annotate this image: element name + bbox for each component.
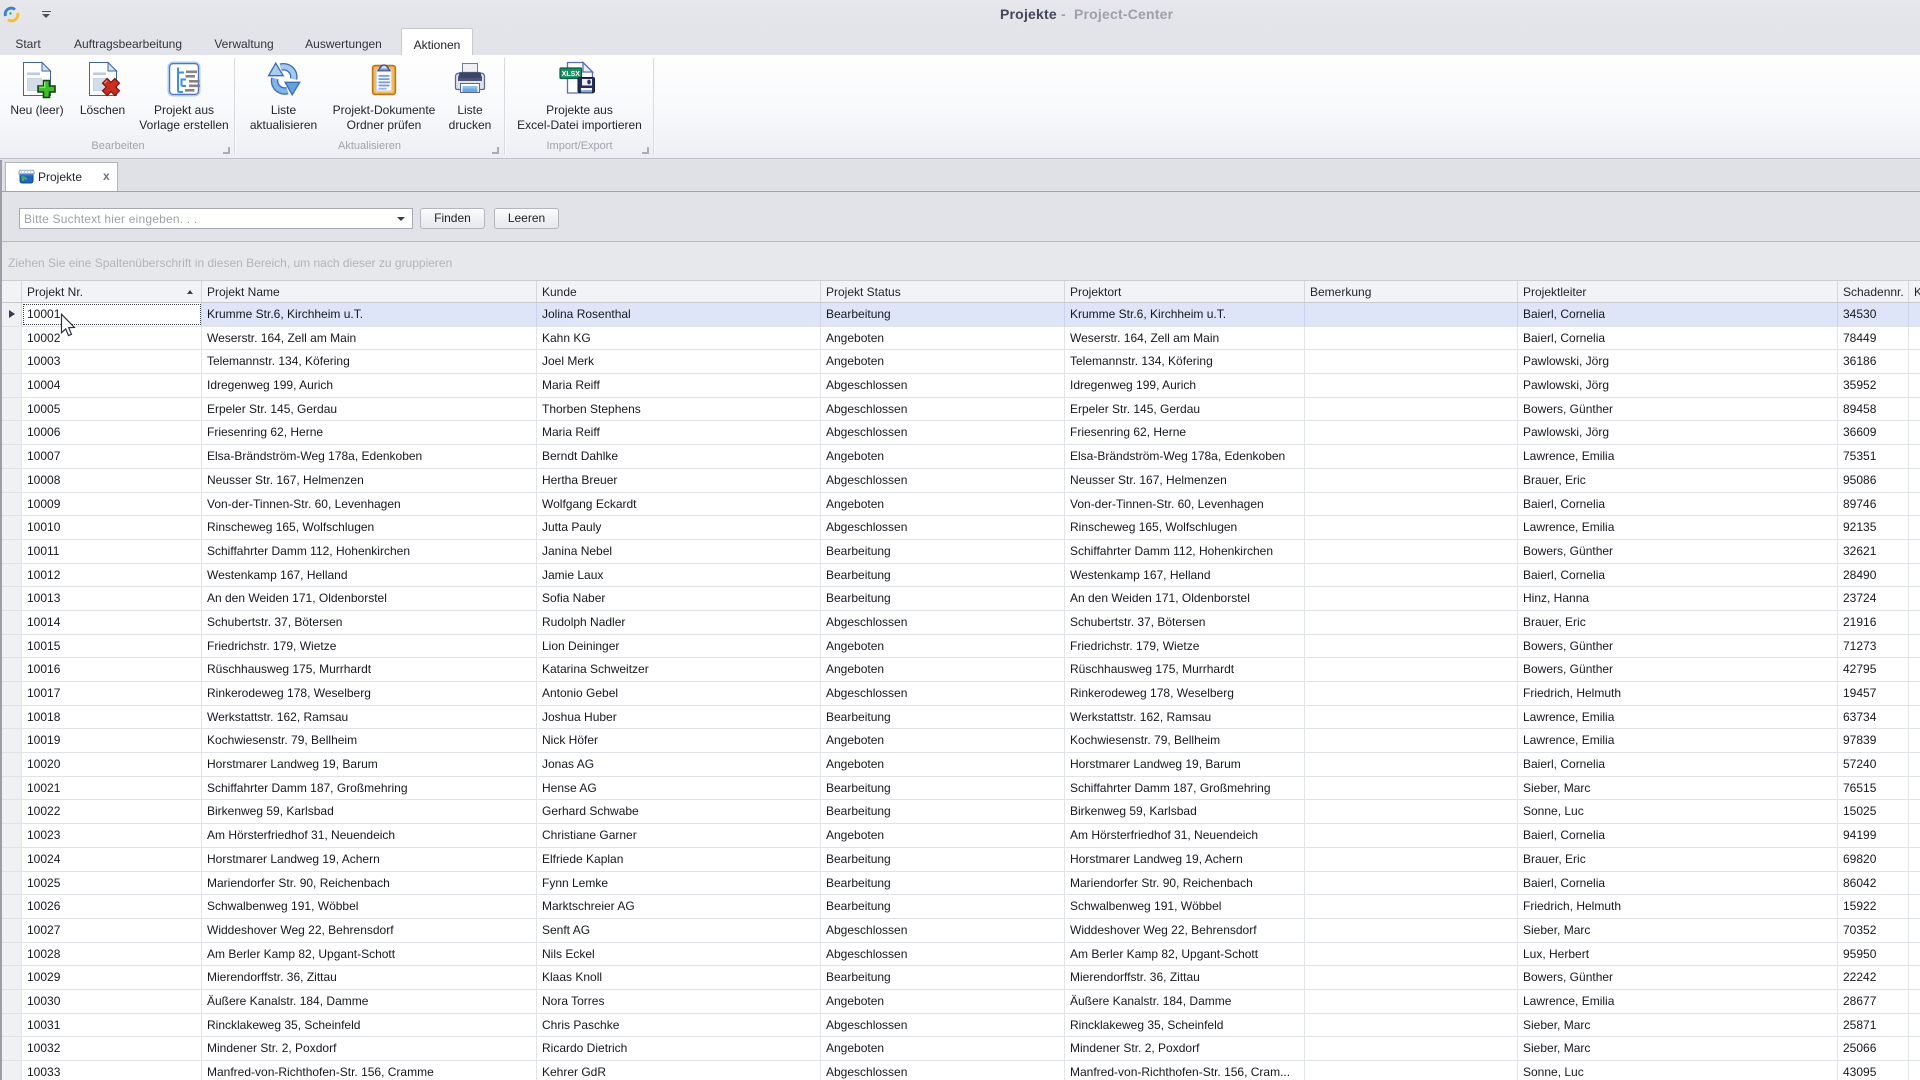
svg-text:XLSX: XLSX <box>561 71 580 78</box>
